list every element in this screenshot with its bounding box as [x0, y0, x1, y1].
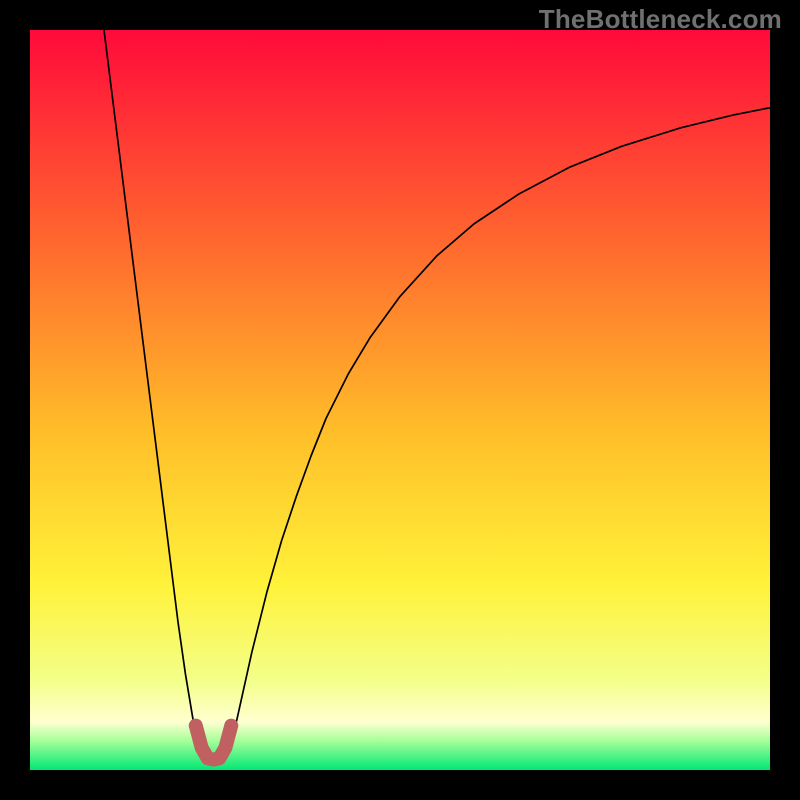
watermark-text: TheBottleneck.com [539, 4, 782, 35]
chart-background [30, 30, 770, 770]
bottleneck-chart [30, 30, 770, 770]
chart-frame: TheBottleneck.com [0, 0, 800, 800]
